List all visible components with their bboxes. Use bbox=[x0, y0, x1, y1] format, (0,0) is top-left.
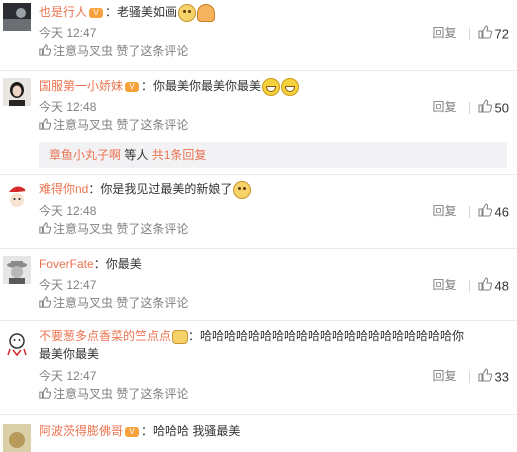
commenter-name[interactable]: FoverFate bbox=[39, 257, 94, 271]
divider bbox=[468, 205, 470, 218]
like-count: 33 bbox=[494, 369, 509, 385]
liked-text: 赞了这条评论 bbox=[116, 296, 189, 310]
liked-text: 赞了这条评论 bbox=[116, 222, 189, 236]
reply-button[interactable]: 回复 bbox=[433, 278, 457, 292]
like-count: 46 bbox=[494, 204, 509, 220]
reply-user[interactable]: 章鱼小丸子啊 bbox=[49, 148, 121, 162]
avatar[interactable] bbox=[3, 424, 31, 452]
reply-middle-text: 等人 bbox=[121, 148, 152, 162]
thumbs-up-small-icon bbox=[39, 296, 52, 311]
divider bbox=[468, 27, 470, 40]
colon: ： bbox=[105, 5, 118, 19]
comment-text: 老骚美如画 bbox=[117, 5, 178, 19]
comment-text: 你最美你最美你最美 bbox=[153, 79, 262, 93]
avatar[interactable] bbox=[3, 181, 31, 209]
thumbs-up-icon[interactable] bbox=[478, 203, 492, 220]
liker-name[interactable]: 注意马叉虫 bbox=[53, 296, 113, 310]
vip-badge-icon: V bbox=[125, 81, 140, 92]
thumbs-up-icon[interactable] bbox=[478, 25, 492, 42]
avatar[interactable] bbox=[3, 329, 31, 357]
avatar[interactable] bbox=[3, 3, 31, 31]
cat-emoji-icon bbox=[178, 3, 197, 22]
liker-name[interactable]: 注意马叉虫 bbox=[53, 44, 113, 58]
thumbs-up-small-icon bbox=[39, 44, 52, 59]
comment-text: 哈哈哈哈哈哈哈哈哈哈哈哈哈哈哈哈哈哈哈哈哈你 bbox=[200, 329, 465, 343]
commenter-name[interactable]: 阿波茨得膨佛哥 bbox=[39, 424, 123, 438]
colon: ： bbox=[188, 329, 201, 343]
comment-time: 今天 12:47 bbox=[39, 369, 97, 383]
thumbs-up-small-icon bbox=[39, 387, 52, 402]
pray-emoji-icon bbox=[197, 3, 216, 22]
avatar[interactable] bbox=[3, 78, 31, 106]
liker-name[interactable]: 注意马叉虫 bbox=[53, 118, 113, 132]
comment-text: 你是我见过最美的新娘了 bbox=[100, 182, 233, 196]
laugh-emoji-icon bbox=[262, 77, 281, 96]
comment-text: 哈哈哈 我骚最美 bbox=[153, 424, 241, 438]
comment-4: FoverFate：你最美 今天 12:47 回复 48 注意马叉虫 赞了这条评论 bbox=[0, 252, 517, 316]
like-count: 50 bbox=[494, 100, 509, 116]
comment-2: 国服第一小娇妹 V ：你最美你最美你最美 今天 12:48 回复 50 注意马叉虫 赞… bbox=[0, 74, 517, 138]
laugh-emoji-icon bbox=[281, 77, 300, 96]
avatar[interactable] bbox=[3, 256, 31, 284]
reply-thread-box[interactable]: 章鱼小丸子啊 等人 共1条回复 bbox=[39, 142, 507, 168]
commenter-name[interactable]: 国服第一小娇妹 bbox=[39, 79, 123, 93]
thumbs-up-small-icon bbox=[39, 118, 52, 133]
liked-text: 赞了这条评论 bbox=[116, 118, 189, 132]
like-count: 48 bbox=[494, 278, 509, 294]
thumbs-up-icon[interactable] bbox=[478, 277, 492, 294]
colon: ： bbox=[88, 182, 101, 196]
thumbs-up-small-icon bbox=[39, 222, 52, 237]
divider bbox=[468, 101, 470, 114]
reply-button[interactable]: 回复 bbox=[433, 26, 457, 40]
reply-button[interactable]: 回复 bbox=[433, 204, 457, 218]
vip-badge-icon: V bbox=[125, 426, 140, 437]
divider bbox=[0, 70, 517, 71]
divider bbox=[0, 320, 517, 321]
reply-count-link[interactable]: 共1条回复 bbox=[152, 148, 207, 162]
commenter-name[interactable]: 也是行人 bbox=[39, 5, 87, 19]
divider bbox=[468, 279, 470, 292]
comment-time: 今天 12:47 bbox=[39, 278, 97, 292]
vip-badge-icon: V bbox=[89, 7, 104, 18]
comment-time: 今天 12:48 bbox=[39, 204, 97, 218]
cat-emoji-icon bbox=[233, 180, 252, 199]
comment-3: 难得你nd：你是我见过最美的新娘了 今天 12:48 回复 46 注意马叉虫 赞了… bbox=[0, 178, 517, 242]
colon: ： bbox=[141, 79, 154, 93]
comment-text: 你最美 bbox=[105, 257, 142, 271]
comment-1: 也是行人 V ：老骚美如画 今天 12:47 回复 72 注意马叉虫 赞了这条评论 bbox=[0, 0, 517, 64]
commenter-name[interactable]: 难得你nd bbox=[39, 182, 88, 196]
divider bbox=[0, 414, 517, 415]
divider bbox=[0, 248, 517, 249]
comment-6: 阿波茨得膨佛哥 V ：哈哈哈 我骚最美 bbox=[0, 418, 517, 452]
liker-name[interactable]: 注意马叉虫 bbox=[53, 222, 113, 236]
colon: ： bbox=[93, 257, 106, 271]
chick-emoji-icon bbox=[172, 329, 189, 344]
liker-name[interactable]: 注意马叉虫 bbox=[53, 387, 113, 401]
reply-button[interactable]: 回复 bbox=[433, 100, 457, 114]
comment-text-continued: 最美你最美 bbox=[39, 347, 100, 361]
comment-time: 今天 12:47 bbox=[39, 26, 97, 40]
like-count: 72 bbox=[494, 26, 509, 42]
liked-text: 赞了这条评论 bbox=[116, 387, 189, 401]
thumbs-up-icon[interactable] bbox=[478, 99, 492, 116]
reply-button[interactable]: 回复 bbox=[433, 369, 457, 383]
divider bbox=[468, 370, 470, 383]
commenter-name[interactable]: 不要葱多点香菜的竺点点 bbox=[39, 329, 171, 343]
thumbs-up-icon[interactable] bbox=[478, 368, 492, 385]
divider bbox=[0, 174, 517, 175]
liked-text: 赞了这条评论 bbox=[116, 44, 189, 58]
colon: ： bbox=[141, 424, 154, 438]
comment-5: 不要葱多点香菜的竺点点 ：哈哈哈哈哈哈哈哈哈哈哈哈哈哈哈哈哈哈哈哈哈你 最美你最美… bbox=[0, 324, 517, 408]
comment-time: 今天 12:48 bbox=[39, 100, 97, 114]
